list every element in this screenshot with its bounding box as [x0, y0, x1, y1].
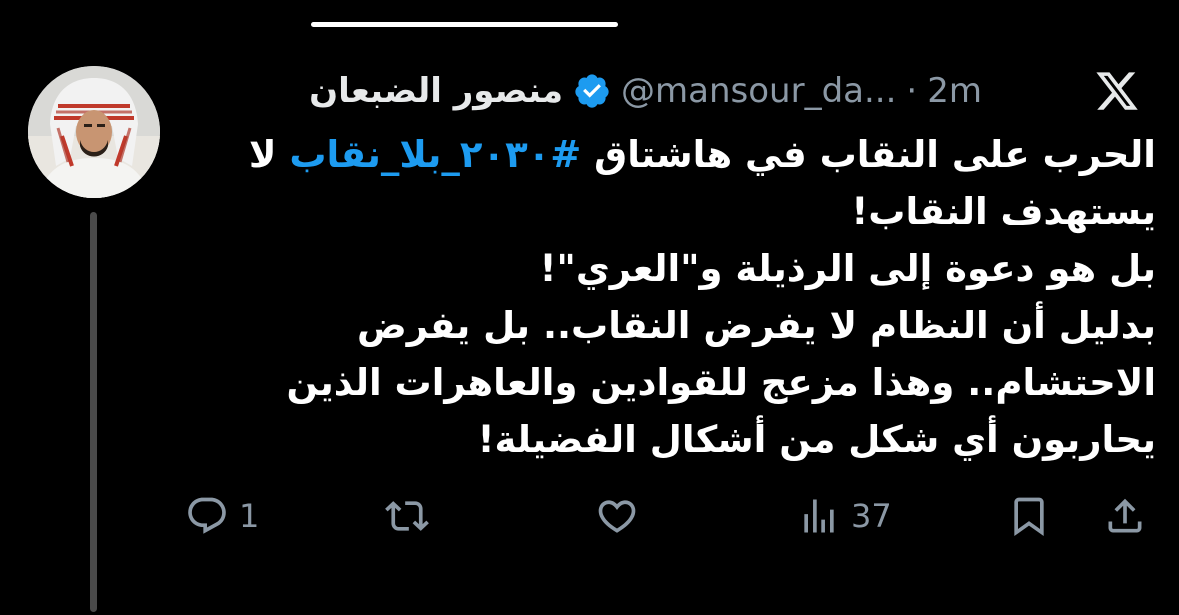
sheet-grabber[interactable]	[311, 22, 618, 27]
reply-button[interactable]: 1	[185, 486, 259, 546]
reply-count: 1	[239, 497, 260, 535]
share-icon	[1108, 498, 1142, 533]
hashtag-link[interactable]: #٢٠٣٠_بلا_نقاب	[289, 133, 581, 176]
tweet-action-bar: 1 37	[185, 486, 1155, 546]
views-count: 37	[851, 497, 892, 535]
reply-icon	[188, 497, 226, 534]
views-icon	[804, 499, 834, 533]
tweet-line: يحاربون أي شكل من أشكال الفضيلة!	[477, 418, 1156, 461]
tweet-line: الاحتشام.. وهذا مزعج للقوادين والعاهرات …	[286, 361, 1156, 404]
views-button[interactable]: 37	[797, 486, 892, 546]
tweet-text-segment: لا	[248, 133, 290, 176]
tweet-text-segment: الحرب على النقاب في هاشتاق	[581, 133, 1156, 176]
bookmark-icon	[1014, 497, 1044, 537]
avatar-photo	[28, 66, 160, 198]
timestamp[interactable]: 2m	[927, 71, 982, 111]
user-handle[interactable]: @mansour_da...	[621, 71, 896, 111]
tweet-line: يستهدف النقاب!	[851, 190, 1156, 233]
retweet-icon	[385, 501, 429, 531]
tweet-line: بدليل أن النظام لا يفرض النقاب.. بل يفرض	[356, 304, 1156, 347]
tweet-header: منصور الضبعان @mansour_da... · 2m	[182, 68, 982, 114]
share-button[interactable]	[1103, 486, 1147, 546]
retweet-button[interactable]	[385, 486, 429, 546]
thread-connector-line	[90, 212, 97, 612]
verified-badge-icon	[575, 74, 609, 108]
avatar[interactable]	[28, 66, 160, 198]
tweet-line: الحرب على النقاب في هاشتاق #٢٠٣٠_بلا_نقا…	[182, 126, 1156, 183]
tweet-body: الحرب على النقاب في هاشتاق #٢٠٣٠_بلا_نقا…	[182, 126, 1156, 468]
separator-dot: ·	[906, 71, 918, 111]
like-icon	[598, 500, 636, 533]
x-logo-icon	[1096, 72, 1138, 110]
display-name[interactable]: منصور الضبعان	[309, 71, 563, 111]
like-button[interactable]	[595, 486, 639, 546]
tweet-line: بل هو دعوة إلى الرذيلة و"العري"!	[539, 247, 1156, 290]
bookmark-button[interactable]	[1007, 486, 1051, 546]
